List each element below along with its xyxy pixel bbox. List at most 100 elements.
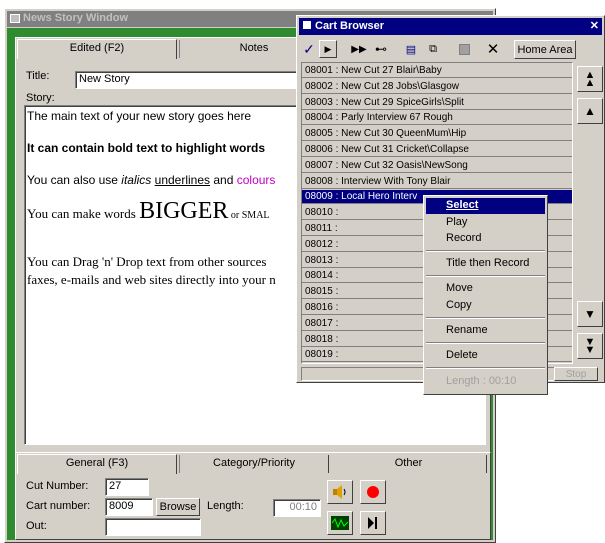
find-button[interactable]: ⊷ — [371, 40, 391, 58]
story-line-6: faxes, e-mails and web sites directly in… — [27, 272, 276, 287]
cart-stop-button[interactable]: Stop — [554, 367, 598, 381]
story-line-3-a: You can also use — [27, 173, 122, 187]
delete-x-icon: ✕ — [486, 41, 500, 58]
story-colour: colours — [236, 173, 276, 187]
menu-item-play[interactable]: Play — [446, 216, 467, 228]
play-button[interactable]: ▶ — [319, 40, 337, 58]
page-down-button[interactable]: ▼ ▼ — [577, 333, 603, 359]
play-to-end-icon — [368, 517, 377, 529]
double-up-icon: ▲ ▲ — [584, 69, 596, 89]
cart-row[interactable]: 08005 : New Cut 30 QueenMum\Hip — [302, 127, 572, 142]
menu-record-text: Record — [446, 232, 482, 244]
menu-item-rename[interactable]: Rename — [446, 324, 488, 336]
tab-notes-label: Notes — [239, 42, 269, 54]
tab-other-label: Other — [394, 457, 423, 469]
story-line-4-a: You can make words — [27, 206, 140, 221]
story-italic: italics — [121, 173, 152, 187]
down-icon: ▼ — [584, 307, 596, 321]
menu-separator — [426, 342, 545, 344]
fast-forward-icon: ▶▶ — [351, 43, 367, 55]
story-line-5: You can Drag 'n' Drop text from other so… — [27, 254, 267, 269]
double-down-icon: ▼ ▼ — [584, 336, 596, 356]
copy-icon: ⧉ — [429, 42, 437, 55]
story-line-2: It can contain bold text to highlight wo… — [27, 141, 265, 155]
menu-item-select[interactable] — [426, 198, 545, 214]
menu-copy-text: Copy — [446, 299, 472, 311]
page-up-button[interactable]: ▲ ▲ — [577, 66, 603, 92]
menu-separator — [426, 317, 545, 319]
cart-row[interactable]: 08008 : Interview With Tony Blair — [302, 174, 572, 189]
story-line-4: You can make words BIGGER or SMAL — [27, 198, 270, 225]
delete-button[interactable]: ✕ — [483, 40, 503, 58]
news-window-title: News Story Window — [23, 12, 129, 24]
menu-item-title-then-record[interactable]: Title then Record — [446, 257, 529, 269]
cart-row[interactable]: 08004 : Parly Interview 67 Rough — [302, 111, 572, 126]
waveform-icon — [331, 516, 349, 530]
menu-delete-text: Delete — [446, 349, 478, 361]
menu-separator — [426, 275, 545, 277]
close-icon[interactable]: ✕ — [590, 18, 599, 35]
cart-number-label: Cart number: — [26, 500, 91, 512]
menu-length-info: Length : 00:10 — [446, 375, 516, 387]
tab-edited[interactable]: Edited (F2) — [17, 39, 177, 59]
stop-icon — [458, 43, 470, 55]
speaker-icon — [333, 485, 346, 499]
browse-button[interactable]: Browse — [156, 498, 200, 516]
menu-separator — [426, 250, 545, 252]
cart-row[interactable]: 08007 : New Cut 32 Oasis\NewSong — [302, 158, 572, 173]
binoculars-icon: ⊷ — [375, 42, 387, 56]
cart-window-icon — [303, 21, 311, 29]
record-icon — [367, 486, 379, 498]
cart-number-input[interactable]: 8009 — [105, 498, 153, 516]
tab-category-priority-label: Category/Priority — [213, 457, 295, 469]
cart-row[interactable]: 08002 : New Cut 28 Jobs\Glasgow — [302, 79, 572, 94]
check-button[interactable]: ✓ — [300, 40, 318, 58]
play-icon: ▶ — [324, 43, 332, 54]
home-area-button[interactable]: Home Area — [514, 40, 576, 59]
menu-rename-text: Rename — [446, 324, 488, 336]
menu-item-move[interactable]: Move — [446, 282, 473, 294]
stop-button[interactable] — [454, 40, 474, 58]
story-underline: underlines — [154, 173, 211, 187]
tab-category-priority[interactable]: Category/Priority — [179, 455, 329, 473]
story-line-1: The main text of your new story goes her… — [27, 109, 252, 123]
window-app-icon — [10, 13, 20, 23]
cart-row[interactable]: 08003 : New Cut 29 SpiceGirls\Split — [302, 95, 572, 110]
tab-other[interactable]: Other — [331, 455, 487, 473]
menu-select-text: Select — [446, 199, 479, 211]
menu-item-select-label: Select — [446, 199, 478, 211]
line-down-button[interactable]: ▼ — [577, 301, 603, 327]
cut-number-input[interactable]: 27 — [105, 478, 149, 496]
menu-item-copy[interactable]: Copy — [446, 299, 472, 311]
cart-row[interactable]: 08006 : New Cut 31 Cricket\Collapse — [302, 143, 572, 157]
home-area-button-label: Home Area — [517, 43, 573, 56]
cart-browser-title: Cart Browser — [315, 20, 385, 32]
browse-button-label: Browse — [159, 501, 197, 513]
cart-row[interactable]: 08001 : New Cut 27 Blair\Baby — [302, 64, 572, 78]
out-label: Out: — [26, 520, 47, 532]
menu-item-record[interactable]: Record — [446, 232, 481, 244]
length-label: Length: — [207, 500, 244, 512]
menu-play-text: Play — [446, 216, 468, 228]
cart-context-menu: Select Play Record Title then Record Mov… — [423, 195, 548, 395]
story-title-input[interactable]: New Story — [75, 71, 305, 89]
menu-move-text: Move — [446, 282, 473, 294]
story-bigger: BIGGER — [139, 198, 229, 224]
play-to-end-button[interactable] — [360, 511, 386, 535]
menu-separator — [426, 367, 545, 369]
out-input[interactable] — [105, 518, 201, 536]
paste-cart-button[interactable]: ▤ — [401, 40, 421, 58]
menu-title-then-record-text: Title then Record — [446, 257, 530, 269]
fast-forward-button[interactable]: ▶▶ — [349, 40, 369, 58]
tab-general[interactable]: General (F3) — [17, 454, 177, 474]
speaker-button[interactable] — [327, 480, 353, 504]
paste-icon: ▤ — [405, 43, 417, 56]
menu-item-delete[interactable]: Delete — [446, 349, 478, 361]
cart-browser-titlebar[interactable]: Cart Browser ✕ — [299, 18, 602, 35]
record-button[interactable] — [360, 480, 386, 504]
cart-stop-label: Stop — [565, 368, 587, 380]
copy-cart-button[interactable]: ⧉ — [423, 40, 443, 58]
line-up-button[interactable]: ▲ — [577, 98, 603, 124]
waveform-button[interactable] — [327, 511, 353, 535]
check-icon: ✓ — [303, 40, 315, 57]
